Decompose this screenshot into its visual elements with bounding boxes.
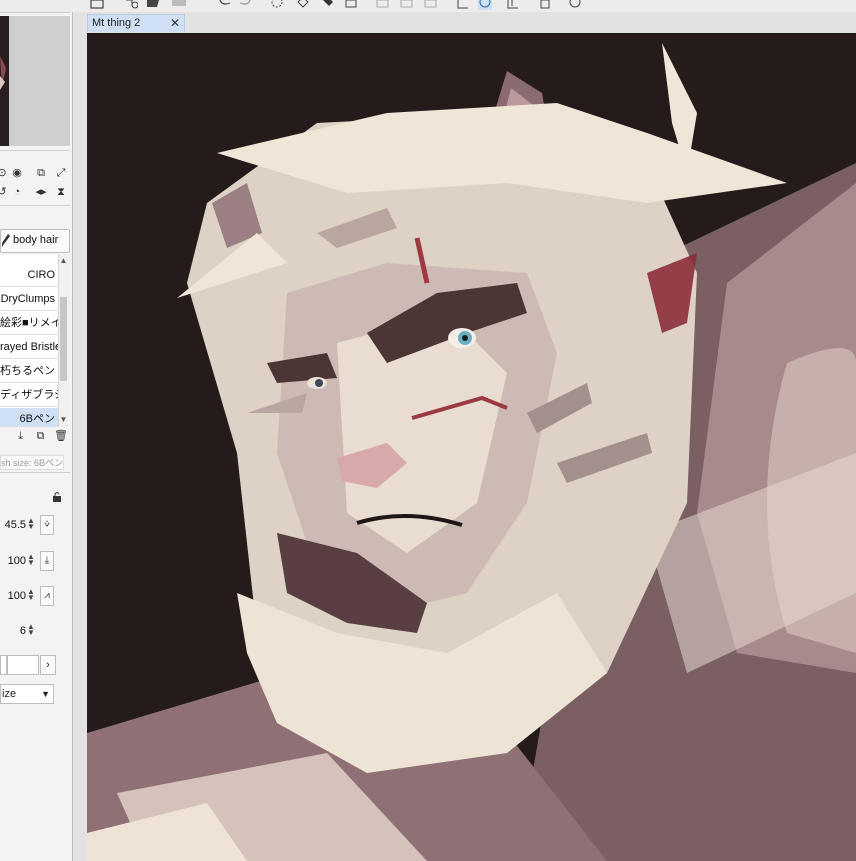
spinner-icon[interactable] xyxy=(270,0,284,10)
import-icon[interactable]: ⤓ xyxy=(14,430,27,443)
spinner-arrows-icon[interactable]: ▲ ▼ xyxy=(27,517,35,531)
rotate-reset-icon[interactable]: ◔ xyxy=(10,185,24,199)
stop-icon[interactable]: ◉ xyxy=(10,166,24,180)
layer-bar-icon[interactable] xyxy=(172,0,186,10)
brush-list: CIRO DryClumps 絵彩■リメイク rayed Bristle 朽ちる… xyxy=(0,255,58,427)
flip-horizontal-icon[interactable]: ◂▸ xyxy=(34,185,48,199)
redo-icon[interactable] xyxy=(238,0,252,10)
panel-divider xyxy=(0,205,70,206)
document-tab[interactable]: Mt thing 2 ✕ xyxy=(87,14,185,32)
select-off-icon[interactable] xyxy=(376,0,390,10)
diamond-icon[interactable] xyxy=(296,0,310,10)
rotate-icon[interactable] xyxy=(478,0,492,10)
guide-icon[interactable] xyxy=(506,0,520,10)
list-item[interactable]: 6Bペン xyxy=(0,408,58,427)
new-layer-icon[interactable] xyxy=(124,0,138,10)
list-item[interactable]: ディザブラシ xyxy=(0,384,58,407)
brush-size-preview: sh size: 6Bペン xyxy=(0,455,64,470)
spinner-arrows-icon[interactable]: ▲ ▼ xyxy=(27,588,35,602)
list-item[interactable]: rayed Bristle xyxy=(0,336,58,359)
spinner-arrows-icon[interactable]: ▲ ▼ xyxy=(27,553,35,567)
texture-slot[interactable] xyxy=(0,655,7,675)
subtool-label: body hair xyxy=(13,234,59,246)
subtool-selector[interactable]: body hair xyxy=(0,229,70,253)
density-settings-button[interactable]: ⩘ xyxy=(40,586,54,606)
panel-divider xyxy=(0,150,70,151)
select-grow-icon[interactable] xyxy=(424,0,438,10)
density-value[interactable]: 100 xyxy=(0,590,26,602)
chevron-down-icon: ▼ xyxy=(41,689,50,699)
select-invert-icon[interactable] xyxy=(400,0,414,10)
actual-size-icon[interactable]: ⧉ xyxy=(34,166,48,180)
undo-icon[interactable] xyxy=(218,0,232,10)
size-dropdown-value: ize xyxy=(2,688,17,700)
spinner-arrows-icon[interactable]: ▲ ▼ xyxy=(27,623,35,637)
flip-vertical-icon[interactable]: ⧗ xyxy=(54,185,68,199)
list-item[interactable]: 絵彩■リメイク xyxy=(0,312,58,335)
ruler-icon[interactable] xyxy=(456,0,470,10)
list-item[interactable]: DryClumps xyxy=(0,288,58,311)
scroll-up-icon[interactable]: ▲ xyxy=(58,256,69,266)
trash-icon[interactable]: 🗑 xyxy=(54,430,68,443)
close-icon[interactable]: ✕ xyxy=(170,16,180,30)
scrollbar-thumb[interactable] xyxy=(60,297,67,381)
list-item[interactable]: CIRO xyxy=(0,264,58,287)
brush-icon xyxy=(2,234,10,247)
pressure-size-button[interactable]: ⩒ xyxy=(40,515,54,535)
brush-size-value[interactable]: 45.5 xyxy=(0,519,26,531)
duplicate-icon[interactable]: ⧉ xyxy=(34,430,47,443)
drawing-canvas[interactable] xyxy=(87,33,856,861)
panel-divider xyxy=(0,472,70,473)
panel-divider xyxy=(0,12,70,13)
navigator-background xyxy=(9,16,70,146)
fill-icon[interactable] xyxy=(320,0,334,10)
artwork-illustration xyxy=(87,43,856,861)
tab-title: Mt thing 2 xyxy=(92,17,141,29)
fit-window-icon[interactable]: ⤢ xyxy=(54,166,68,180)
opacity-settings-button[interactable]: ⤓ xyxy=(40,551,54,571)
navigator-preview[interactable] xyxy=(0,16,9,146)
transform-icon[interactable] xyxy=(344,0,358,10)
chevron-right-icon[interactable]: › xyxy=(40,655,56,675)
stabilization-value[interactable]: 6 xyxy=(0,625,26,637)
scroll-down-icon[interactable]: ▼ xyxy=(58,415,69,425)
texture-slot[interactable] xyxy=(7,655,39,675)
clipboard-icon[interactable] xyxy=(538,0,552,10)
folder-icon[interactable] xyxy=(146,0,160,10)
opacity-value[interactable]: 100 xyxy=(0,555,26,567)
camera-icon[interactable] xyxy=(90,0,104,10)
lock-icon[interactable] xyxy=(51,491,63,503)
size-dropdown[interactable]: ize ▼ xyxy=(0,684,54,704)
rotate-left-icon[interactable]: ↺ xyxy=(0,185,9,199)
zoom-fit-icon[interactable]: ⊙ xyxy=(0,166,9,180)
help-icon[interactable] xyxy=(568,0,582,10)
list-item[interactable]: 朽ちるペン xyxy=(0,360,58,383)
